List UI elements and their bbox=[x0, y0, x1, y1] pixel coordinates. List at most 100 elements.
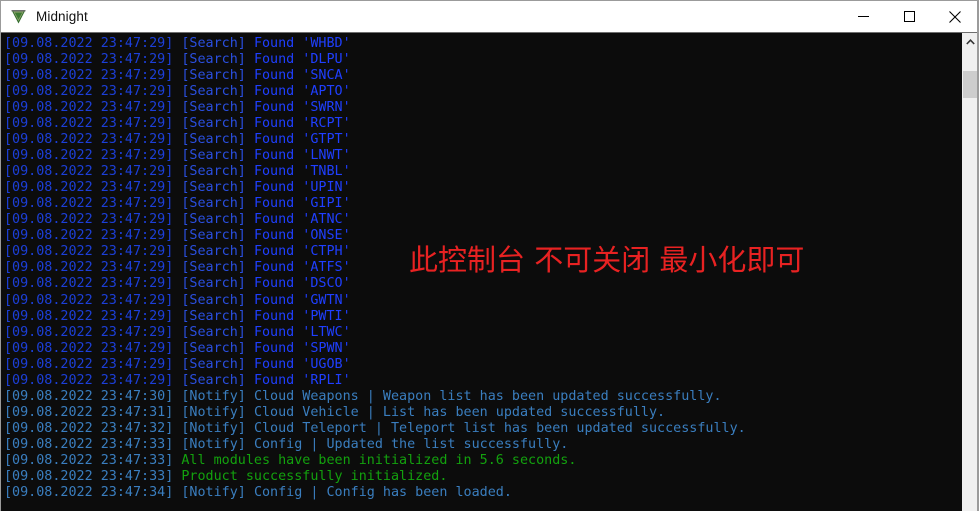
log-tag: [Search] bbox=[181, 84, 246, 100]
maximize-button[interactable] bbox=[886, 1, 932, 32]
console-line: [09.08.2022 23:47:29] [Search] Found 'UP… bbox=[4, 180, 961, 196]
console-line: [09.08.2022 23:47:29] [Search] Found 'DL… bbox=[4, 52, 961, 68]
console-line: [09.08.2022 23:47:29] [Search] Found 'LN… bbox=[4, 148, 961, 164]
log-message: Found 'CTPH' bbox=[253, 244, 351, 260]
console-line: [09.08.2022 23:47:29] [Search] Found 'DS… bbox=[4, 276, 961, 292]
log-tag: [Search] bbox=[181, 116, 246, 132]
log-timestamp: [09.08.2022 23:47:33] bbox=[4, 452, 174, 468]
log-timestamp: [09.08.2022 23:47:29] bbox=[4, 324, 174, 340]
log-timestamp: [09.08.2022 23:47:29] bbox=[4, 164, 174, 180]
log-tag: [Search] bbox=[181, 212, 246, 228]
close-icon bbox=[949, 10, 961, 23]
console-line: [09.08.2022 23:47:29] [Search] Found 'PW… bbox=[4, 309, 961, 325]
log-tag: [Search] bbox=[181, 36, 246, 51]
log-message: Config | Config has been loaded. bbox=[253, 484, 512, 500]
log-message: Found 'GTPT' bbox=[253, 132, 351, 148]
log-message: Found 'UPIN' bbox=[253, 180, 351, 196]
midnight-v-logo-icon bbox=[10, 8, 27, 25]
log-timestamp: [09.08.2022 23:47:29] bbox=[4, 212, 174, 228]
log-message: Found 'SNCA' bbox=[253, 68, 351, 84]
console-line: [09.08.2022 23:47:29] [Search] Found 'TN… bbox=[4, 164, 961, 180]
log-timestamp: [09.08.2022 23:47:29] bbox=[4, 260, 174, 276]
console-line: [09.08.2022 23:47:29] [Search] Found 'GW… bbox=[4, 293, 961, 309]
log-tag: [Search] bbox=[181, 276, 246, 292]
log-timestamp: [09.08.2022 23:47:29] bbox=[4, 196, 174, 212]
log-message: Found 'DLPU' bbox=[253, 52, 351, 68]
log-tag: [Search] bbox=[181, 52, 246, 68]
close-button[interactable] bbox=[932, 1, 978, 32]
log-tag: [Search] bbox=[181, 180, 246, 196]
log-tag: [Search] bbox=[181, 308, 246, 324]
log-message: Found 'WHBD' bbox=[253, 36, 351, 51]
console-line: [09.08.2022 23:47:29] [Search] Found 'RC… bbox=[4, 116, 961, 132]
log-tag: [Notify] bbox=[181, 388, 246, 404]
console-area: [09.08.2022 23:47:29] [Search] Found 'WH… bbox=[1, 32, 978, 511]
console-line: [09.08.2022 23:47:29] [Search] Found 'AT… bbox=[4, 212, 961, 228]
console-line: [09.08.2022 23:47:29] [Search] Found 'LT… bbox=[4, 325, 961, 341]
warning-overlay-text: 此控制台 不可关闭 最小化即可 bbox=[409, 243, 805, 277]
window-right-edge bbox=[977, 0, 978, 511]
scrollbar-up-button[interactable] bbox=[962, 33, 978, 50]
log-message: Cloud Teleport | Teleport list has been … bbox=[253, 420, 746, 436]
log-timestamp: [09.08.2022 23:47:29] bbox=[4, 292, 174, 308]
log-tag: [Search] bbox=[181, 164, 246, 180]
console-line: [09.08.2022 23:47:29] [Search] Found 'GI… bbox=[4, 196, 961, 212]
log-timestamp: [09.08.2022 23:47:29] bbox=[4, 276, 174, 292]
console-line: [09.08.2022 23:47:29] [Search] Found 'UG… bbox=[4, 357, 961, 373]
log-timestamp: [09.08.2022 23:47:34] bbox=[4, 484, 174, 500]
console-line: [09.08.2022 23:47:29] [Search] Found 'SW… bbox=[4, 100, 961, 116]
log-tag: [Notify] bbox=[181, 420, 246, 436]
log-tag: [Search] bbox=[181, 68, 246, 84]
log-timestamp: [09.08.2022 23:47:31] bbox=[4, 404, 174, 420]
log-message: Found 'GIPI' bbox=[253, 196, 351, 212]
log-message: Found 'RPLI' bbox=[253, 372, 351, 388]
log-tag: [Search] bbox=[181, 100, 246, 116]
log-timestamp: [09.08.2022 23:47:29] bbox=[4, 180, 174, 196]
console-line: [09.08.2022 23:47:32] [Notify] Cloud Tel… bbox=[4, 421, 961, 437]
log-tag: [Search] bbox=[181, 132, 246, 148]
log-timestamp: [09.08.2022 23:47:32] bbox=[4, 420, 174, 436]
log-message: Found 'GWTN' bbox=[253, 292, 351, 308]
log-timestamp: [09.08.2022 23:47:29] bbox=[4, 148, 174, 164]
console-line: [09.08.2022 23:47:29] [Search] Found 'SN… bbox=[4, 68, 961, 84]
console-output[interactable]: [09.08.2022 23:47:29] [Search] Found 'WH… bbox=[1, 33, 961, 511]
window-title: Midnight bbox=[36, 9, 88, 24]
log-message: Found 'ONSE' bbox=[253, 228, 351, 244]
log-tag: [Search] bbox=[181, 356, 246, 372]
log-tag: [Search] bbox=[181, 228, 246, 244]
log-timestamp: [09.08.2022 23:47:29] bbox=[4, 52, 174, 68]
log-timestamp: [09.08.2022 23:47:30] bbox=[4, 388, 174, 404]
log-tag: [Notify] bbox=[181, 436, 246, 452]
log-message: All modules have been initialized in 5.6… bbox=[181, 452, 577, 468]
log-timestamp: [09.08.2022 23:47:33] bbox=[4, 468, 174, 484]
maximize-icon bbox=[903, 11, 915, 22]
log-message: Found 'PWTI' bbox=[253, 308, 351, 324]
log-tag: [Search] bbox=[181, 372, 246, 388]
log-tag: [Search] bbox=[181, 244, 246, 260]
log-message: Found 'LTWC' bbox=[253, 324, 351, 340]
log-tag: [Search] bbox=[181, 324, 246, 340]
window-controls bbox=[840, 1, 978, 32]
log-tag: [Search] bbox=[181, 340, 246, 356]
console-line: [09.08.2022 23:47:33] All modules have b… bbox=[4, 453, 961, 469]
title-bar-left: Midnight bbox=[1, 8, 88, 25]
console-line: [09.08.2022 23:47:29] [Search] Found 'ON… bbox=[4, 228, 961, 244]
log-timestamp: [09.08.2022 23:47:29] bbox=[4, 356, 174, 372]
title-bar: Midnight bbox=[1, 0, 978, 32]
log-timestamp: [09.08.2022 23:47:29] bbox=[4, 116, 174, 132]
scrollbar-thumb[interactable] bbox=[963, 71, 978, 98]
chevron-up-icon bbox=[965, 38, 975, 45]
minimize-icon bbox=[857, 11, 869, 22]
log-message: Found 'APTO' bbox=[253, 84, 351, 100]
log-message: Found 'ATFS' bbox=[253, 260, 351, 276]
vertical-scrollbar[interactable] bbox=[961, 33, 978, 511]
console-line: [09.08.2022 23:47:29] [Search] Found 'WH… bbox=[4, 36, 961, 52]
minimize-button[interactable] bbox=[840, 1, 886, 32]
log-message: Product successfully initialized. bbox=[181, 468, 448, 484]
console-line: [09.08.2022 23:47:33] [Notify] Config | … bbox=[4, 437, 961, 453]
log-timestamp: [09.08.2022 23:47:29] bbox=[4, 84, 174, 100]
log-message: Found 'LNWT' bbox=[253, 148, 351, 164]
scrollbar-track[interactable] bbox=[963, 50, 978, 511]
console-line: [09.08.2022 23:47:33] Product successful… bbox=[4, 469, 961, 485]
console-line: [09.08.2022 23:47:29] [Search] Found 'GT… bbox=[4, 132, 961, 148]
